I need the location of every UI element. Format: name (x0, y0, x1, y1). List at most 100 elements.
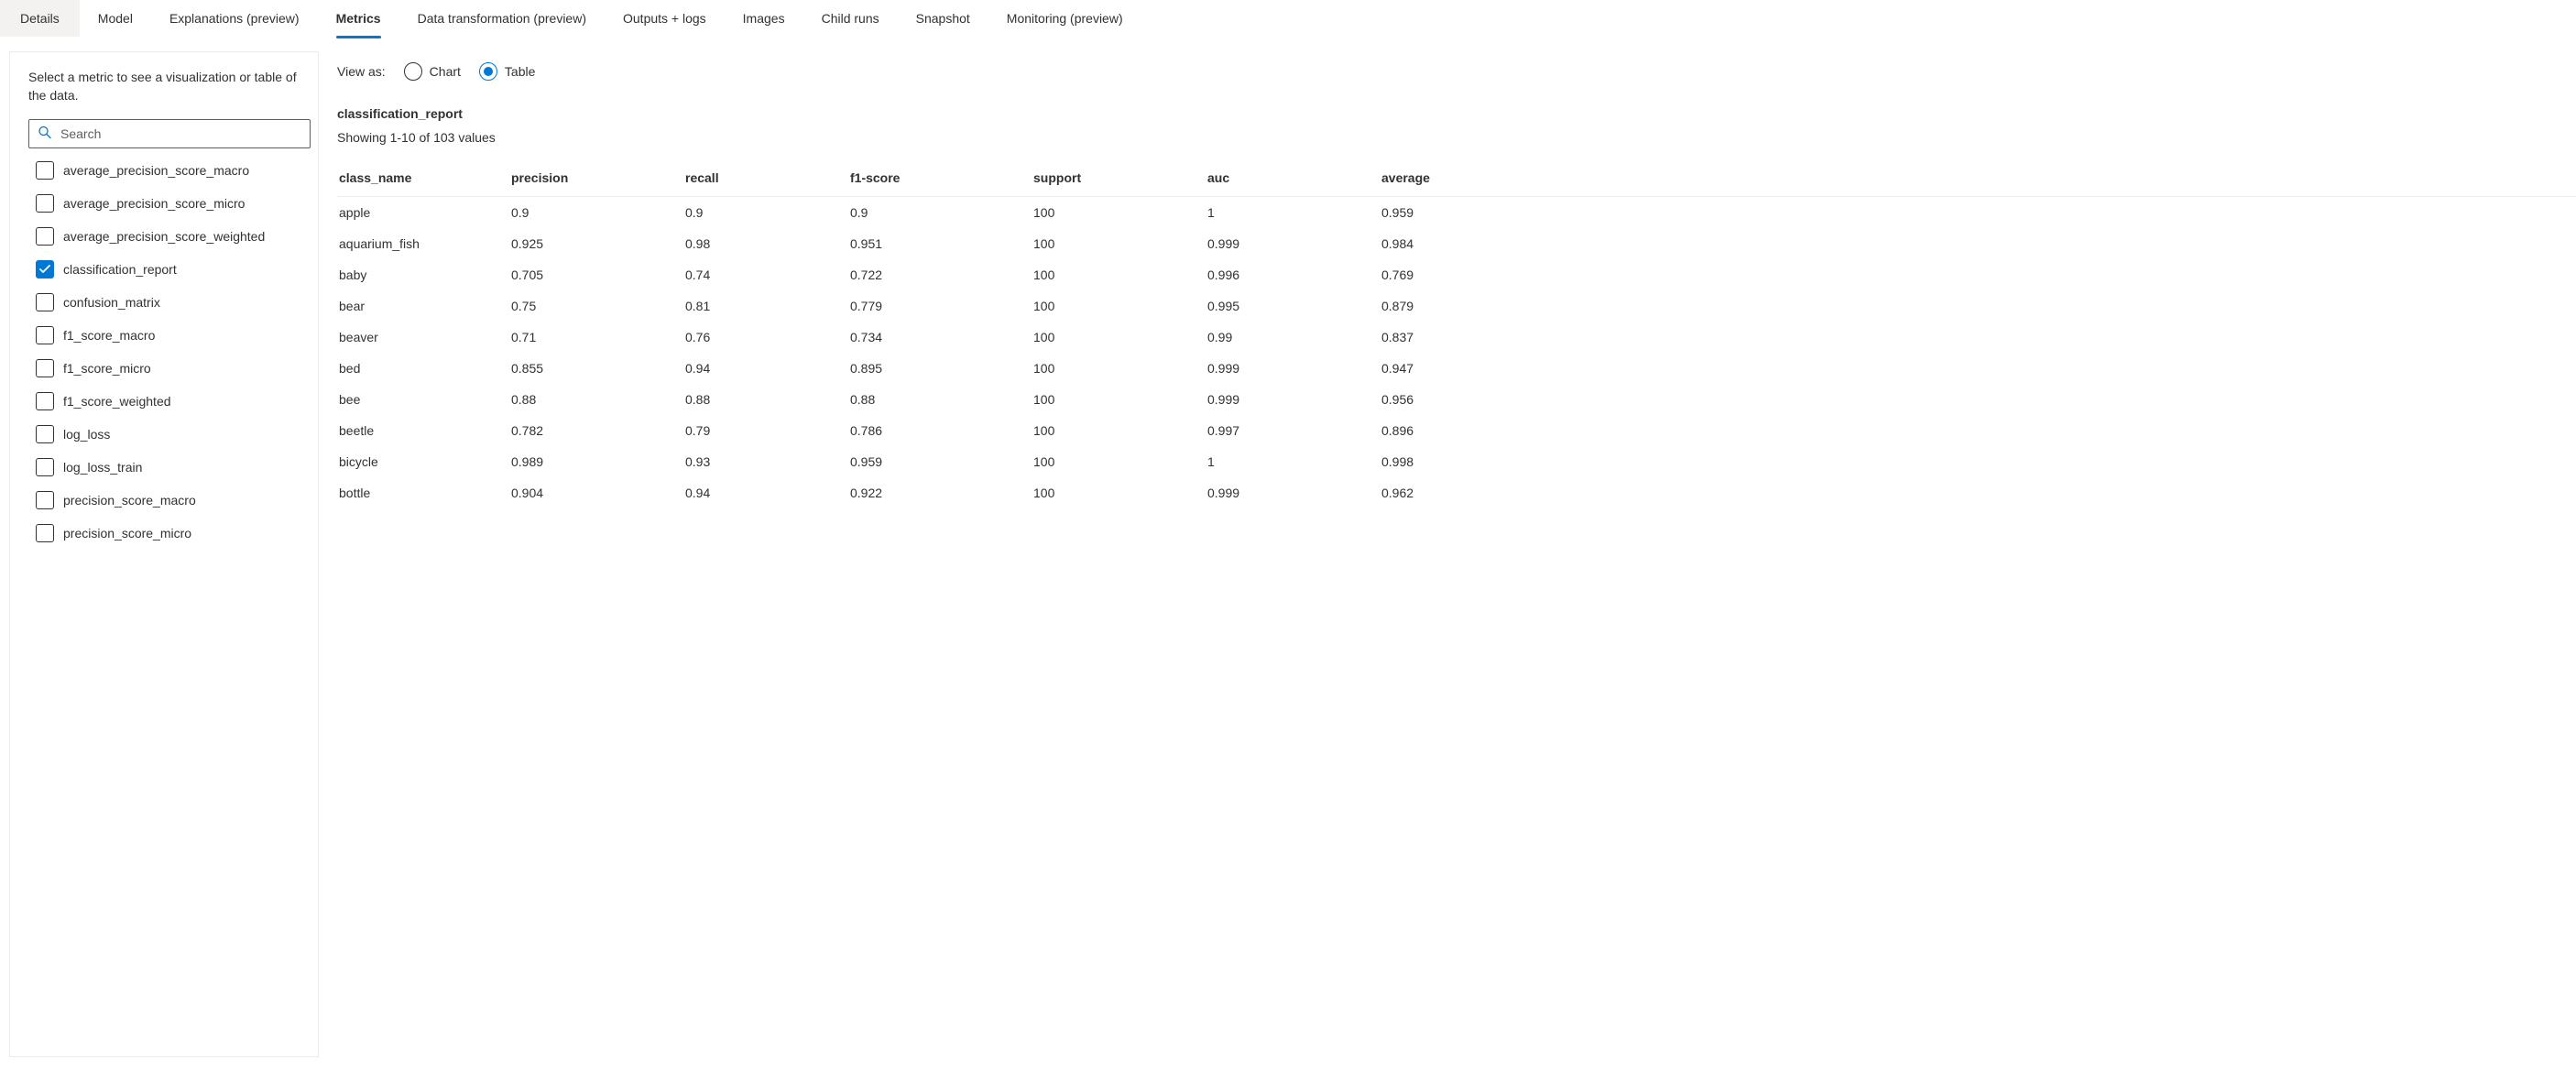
tab-data-transformation-preview-[interactable]: Data transformation (preview) (399, 0, 605, 37)
checkbox-icon[interactable] (36, 227, 54, 246)
cell-precision: 0.925 (511, 228, 685, 259)
metric-label: f1_score_weighted (63, 394, 171, 409)
cell-class_name: beetle (337, 415, 511, 446)
cell-recall: 0.79 (685, 415, 850, 446)
table-header-row: class_nameprecisionrecallf1-scoresupport… (337, 161, 2576, 197)
cell-support: 100 (1033, 228, 1207, 259)
cell-avg: 0.959 (1381, 197, 2576, 229)
table-row: aquarium_fish0.9250.980.9511000.9990.984 (337, 228, 2576, 259)
metric-label: precision_score_macro (63, 493, 196, 508)
tab-monitoring-preview-[interactable]: Monitoring (preview) (988, 0, 1141, 37)
checkbox-icon[interactable] (36, 260, 54, 278)
cell-support: 100 (1033, 415, 1207, 446)
tab-child-runs[interactable]: Child runs (803, 0, 898, 37)
cell-support: 100 (1033, 384, 1207, 415)
cell-precision: 0.904 (511, 477, 685, 508)
cell-precision: 0.9 (511, 197, 685, 229)
cell-recall: 0.94 (685, 353, 850, 384)
table-row: beetle0.7820.790.7861000.9970.896 (337, 415, 2576, 446)
checkbox-icon[interactable] (36, 425, 54, 443)
cell-f1: 0.88 (850, 384, 1033, 415)
checkbox-icon[interactable] (36, 194, 54, 213)
col-class_name[interactable]: class_name (337, 161, 511, 197)
search-wrap (28, 119, 311, 148)
cell-support: 100 (1033, 197, 1207, 229)
cell-auc: 0.999 (1207, 477, 1381, 508)
col-recall[interactable]: recall (685, 161, 850, 197)
checkbox-icon[interactable] (36, 458, 54, 476)
tab-details[interactable]: Details (0, 0, 80, 37)
metric-item-precision_score_micro[interactable]: precision_score_micro (28, 517, 318, 550)
cell-auc: 0.99 (1207, 322, 1381, 353)
cell-recall: 0.74 (685, 259, 850, 290)
checkbox-icon[interactable] (36, 524, 54, 542)
cell-class_name: bee (337, 384, 511, 415)
checkbox-icon[interactable] (36, 359, 54, 377)
table-scroll[interactable]: class_nameprecisionrecallf1-scoresupport… (337, 161, 2576, 1057)
radio-icon (479, 62, 497, 81)
cell-auc: 0.999 (1207, 384, 1381, 415)
radio-label-table: Table (505, 64, 535, 79)
cell-f1: 0.959 (850, 446, 1033, 477)
metric-item-log_loss_train[interactable]: log_loss_train (28, 451, 318, 484)
col-auc[interactable]: auc (1207, 161, 1381, 197)
view-as-label: View as: (337, 64, 386, 79)
metric-list[interactable]: average_precision_score_macroaverage_pre… (28, 154, 318, 1049)
cell-f1: 0.9 (850, 197, 1033, 229)
cell-class_name: aquarium_fish (337, 228, 511, 259)
cell-f1: 0.722 (850, 259, 1033, 290)
metric-item-f1_score_micro[interactable]: f1_score_micro (28, 352, 318, 385)
cell-f1: 0.779 (850, 290, 1033, 322)
table-row: apple0.90.90.910010.959 (337, 197, 2576, 229)
metric-item-average_precision_score_micro[interactable]: average_precision_score_micro (28, 187, 318, 220)
checkbox-icon[interactable] (36, 161, 54, 180)
cell-auc: 1 (1207, 197, 1381, 229)
cell-auc: 0.999 (1207, 353, 1381, 384)
tab-outputs-logs[interactable]: Outputs + logs (605, 0, 725, 37)
metric-label: log_loss (63, 427, 110, 442)
metric-item-f1_score_weighted[interactable]: f1_score_weighted (28, 385, 318, 418)
main-panel: View as: Chart Table classification_repo… (319, 37, 2576, 1066)
table-row: bear0.750.810.7791000.9950.879 (337, 290, 2576, 322)
col-support[interactable]: support (1033, 161, 1207, 197)
metric-item-precision_score_macro[interactable]: precision_score_macro (28, 484, 318, 517)
metric-label: classification_report (63, 262, 177, 277)
cell-f1: 0.951 (850, 228, 1033, 259)
metric-item-average_precision_score_weighted[interactable]: average_precision_score_weighted (28, 220, 318, 253)
cell-precision: 0.705 (511, 259, 685, 290)
cell-f1: 0.895 (850, 353, 1033, 384)
checkbox-icon[interactable] (36, 491, 54, 509)
tab-model[interactable]: Model (80, 0, 151, 37)
checkbox-icon[interactable] (36, 392, 54, 410)
metric-item-log_loss[interactable]: log_loss (28, 418, 318, 451)
cell-precision: 0.75 (511, 290, 685, 322)
tab-metrics[interactable]: Metrics (318, 0, 399, 37)
metric-item-classification_report[interactable]: classification_report (28, 253, 318, 286)
col-average[interactable]: average (1381, 161, 2576, 197)
search-input[interactable] (28, 119, 311, 148)
tab-images[interactable]: Images (725, 0, 803, 37)
view-as-chart[interactable]: Chart (404, 62, 461, 81)
checkbox-icon[interactable] (36, 326, 54, 344)
cell-class_name: beaver (337, 322, 511, 353)
checkbox-icon[interactable] (36, 293, 54, 311)
cell-support: 100 (1033, 322, 1207, 353)
col-f1-score[interactable]: f1-score (850, 161, 1033, 197)
tab-snapshot[interactable]: Snapshot (898, 0, 988, 37)
cell-avg: 0.837 (1381, 322, 2576, 353)
metric-item-average_precision_score_macro[interactable]: average_precision_score_macro (28, 154, 318, 187)
table-row: bee0.880.880.881000.9990.956 (337, 384, 2576, 415)
cell-recall: 0.93 (685, 446, 850, 477)
sidebar-title: Select a metric to see a visualization o… (28, 69, 318, 104)
col-precision[interactable]: precision (511, 161, 685, 197)
table-row: bed0.8550.940.8951000.9990.947 (337, 353, 2576, 384)
metric-item-f1_score_macro[interactable]: f1_score_macro (28, 319, 318, 352)
cell-recall: 0.98 (685, 228, 850, 259)
table-row: bicycle0.9890.930.95910010.998 (337, 446, 2576, 477)
metric-label: average_precision_score_weighted (63, 229, 265, 244)
view-as-table[interactable]: Table (479, 62, 535, 81)
cell-precision: 0.88 (511, 384, 685, 415)
metric-item-confusion_matrix[interactable]: confusion_matrix (28, 286, 318, 319)
tab-explanations-preview-[interactable]: Explanations (preview) (151, 0, 318, 37)
cell-class_name: apple (337, 197, 511, 229)
